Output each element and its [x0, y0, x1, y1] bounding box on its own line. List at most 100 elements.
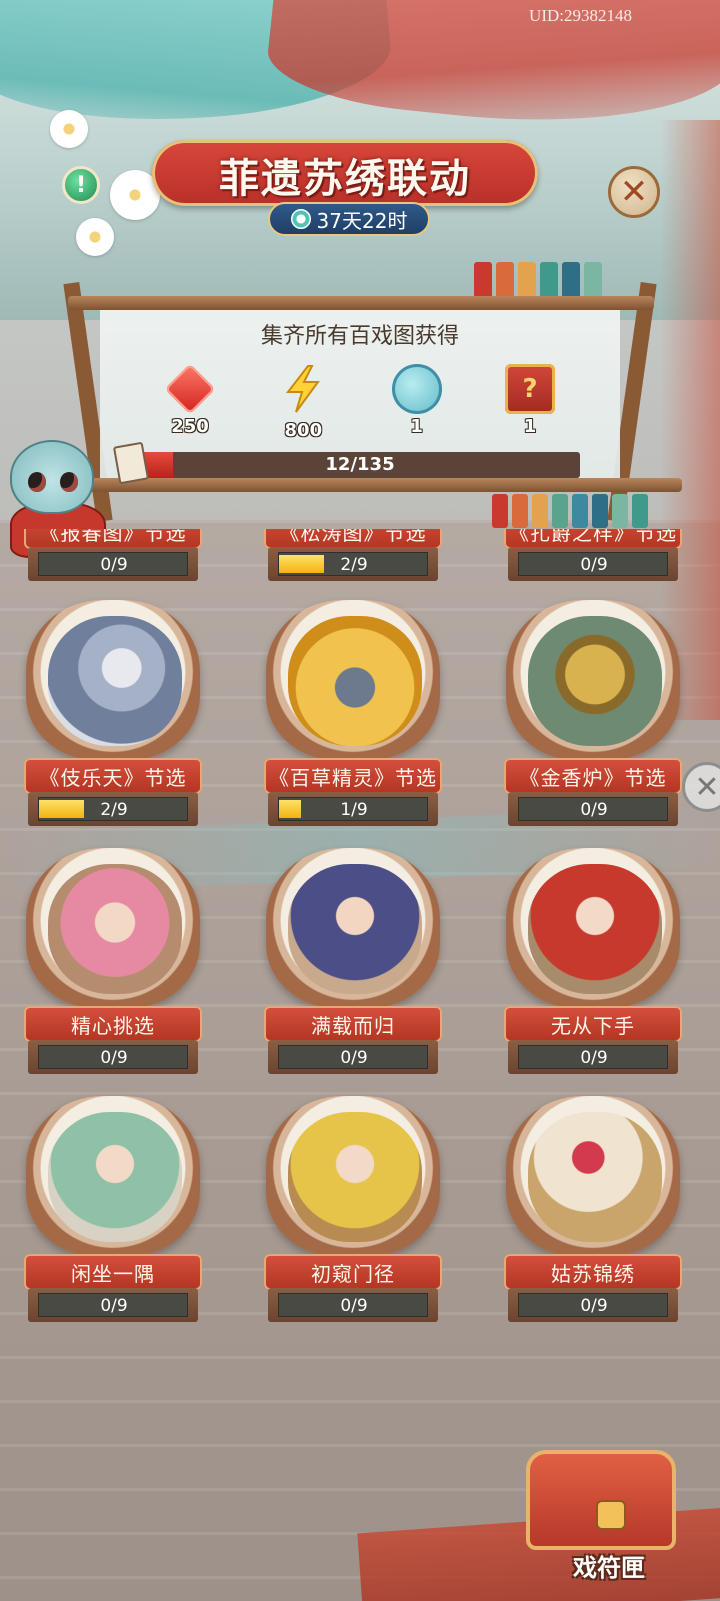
card-progress-text: 0/9 [580, 1296, 608, 1316]
card-progress-text: 0/9 [100, 1048, 128, 1068]
card-title: 《百草精灵》节选 [269, 765, 437, 790]
chest-lock-icon [596, 1500, 626, 1530]
scroll-icon [112, 441, 150, 485]
card-title-ribbon: 《松涛图》节选 [264, 529, 442, 549]
card-title: 《伎乐天》节选 [39, 765, 187, 790]
cat-eye [28, 472, 46, 492]
card-title-ribbon: 《报春图》节选 [24, 529, 202, 549]
thread-spools-top [474, 262, 602, 298]
event-title: 菲遗苏绣联动 [219, 155, 471, 202]
collection-card[interactable]: 《百草精灵》节选 1/9 [264, 600, 442, 830]
card-title: 初窥门径 [311, 1261, 395, 1286]
cat-eye [60, 472, 78, 492]
collection-card[interactable]: 《金香炉》节选 0/9 [504, 600, 682, 830]
card-progress-bar: 0/9 [518, 1045, 668, 1069]
card-title-ribbon: 闲坐一隅 [24, 1254, 202, 1290]
thread-spool-icon [584, 262, 602, 298]
card-title-ribbon: 《伎乐天》节选 [24, 758, 202, 794]
card-title-ribbon: 《百草精灵》节选 [264, 758, 442, 794]
chest-button[interactable]: 戏符匣 [520, 1440, 690, 1590]
thread-spool-icon [540, 262, 558, 298]
card-progress-text: 0/9 [580, 555, 608, 575]
timer-text: 37天22时 [316, 208, 408, 233]
card-progress-bar: 0/9 [278, 1045, 428, 1069]
reward-item-chest[interactable]: ? 1 [490, 364, 570, 441]
card-progress-text: 0/9 [580, 800, 608, 820]
card-progress-bar: 0/9 [38, 1045, 188, 1069]
card-artwork [288, 616, 422, 746]
uid-label: UID:29382148 [529, 6, 632, 25]
card-medallion [266, 600, 440, 760]
thread-spool-icon [474, 262, 492, 298]
reward-count: 1 [523, 416, 537, 437]
reward-item-energy[interactable]: 800 [263, 364, 343, 441]
lightning-bolt-icon [286, 365, 321, 413]
close-x-icon: ✕ [694, 769, 720, 805]
info-exclamation-icon: ! [75, 172, 87, 198]
collection-card[interactable]: 满载而归 0/9 [264, 848, 442, 1078]
card-artwork [48, 1112, 182, 1242]
card-progress-text: 1/9 [340, 800, 368, 820]
close-x-icon: ✕ [619, 172, 649, 212]
card-title: 精心挑选 [71, 1013, 155, 1038]
thread-spool-icon [562, 262, 580, 298]
card-title: 《扎爵之样》节选 [509, 520, 677, 545]
collection-card[interactable]: 精心挑选 0/9 [24, 848, 202, 1078]
info-button[interactable]: ! [62, 166, 100, 204]
cat-head [10, 440, 94, 514]
collection-card[interactable]: 《松涛图》节选 2/9 [264, 513, 442, 583]
collection-card[interactable]: 《报春图》节选 0/9 [24, 513, 202, 583]
collection-card[interactable]: 《伎乐天》节选 2/9 [24, 600, 202, 830]
frame-bar-top [68, 296, 654, 310]
card-artwork [48, 616, 182, 746]
collection-card[interactable]: 姑苏锦绣 0/9 [504, 1096, 682, 1326]
collection-card[interactable]: 闲坐一隅 0/9 [24, 1096, 202, 1326]
card-progress-bar: 0/9 [518, 552, 668, 576]
card-medallion [266, 1096, 440, 1256]
card-title-ribbon: 姑苏锦绣 [504, 1254, 682, 1290]
lucky-bag-icon [391, 364, 442, 414]
reward-count: 250 [171, 416, 209, 437]
card-progress-bar: 0/9 [278, 1293, 428, 1317]
reward-panel-title: 集齐所有百戏图获得 [260, 324, 459, 349]
card-progress-text: 0/9 [100, 555, 128, 575]
close-button[interactable]: ✕ [608, 166, 660, 218]
card-progress-text: 2/9 [340, 555, 368, 575]
card-progress-text: 0/9 [580, 1048, 608, 1068]
card-title-ribbon: 《金香炉》节选 [504, 758, 682, 794]
card-medallion [26, 848, 200, 1008]
card-title-ribbon: 《扎爵之样》节选 [504, 520, 682, 549]
card-artwork [288, 1112, 422, 1242]
card-artwork [48, 864, 182, 994]
card-progress-bar: 1/9 [278, 797, 428, 821]
collection-progress-text: 12/135 [325, 454, 395, 475]
card-progress-text: 0/9 [340, 1296, 368, 1316]
card-medallion [26, 600, 200, 760]
event-timer: 37天22时 [268, 202, 430, 236]
card-progress-bar: 0/9 [38, 1293, 188, 1317]
flower-icon [50, 110, 88, 148]
card-progress-bar: 0/9 [518, 1293, 668, 1317]
collection-card[interactable]: 《扎爵之样》节选 0/9 [504, 513, 682, 583]
card-title: 《金香炉》节选 [519, 765, 667, 790]
card-artwork [528, 1112, 662, 1242]
card-medallion [266, 848, 440, 1008]
card-title-ribbon: 初窥门径 [264, 1254, 442, 1290]
card-title-ribbon: 无从下手 [504, 1006, 682, 1042]
thread-spool-icon [496, 262, 514, 298]
red-gem-icon [164, 363, 216, 415]
reward-item-bag[interactable]: 1 [377, 364, 457, 441]
reward-item-gem[interactable]: 250 [150, 363, 230, 441]
reward-count: 1 [410, 416, 423, 437]
collection-card[interactable]: 初窥门径 0/9 [264, 1096, 442, 1326]
card-medallion [506, 848, 680, 1008]
card-artwork [288, 864, 422, 994]
frame-bar-bottom [88, 478, 682, 492]
card-progress-text: 0/9 [340, 1048, 368, 1068]
card-title-ribbon: 满载而归 [264, 1006, 442, 1042]
card-progress-text: 2/9 [100, 800, 128, 820]
thread-spool-icon [518, 262, 536, 298]
flower-icon [76, 218, 114, 256]
collection-card[interactable]: 无从下手 0/9 [504, 848, 682, 1078]
card-progress-bar: 0/9 [518, 797, 668, 821]
